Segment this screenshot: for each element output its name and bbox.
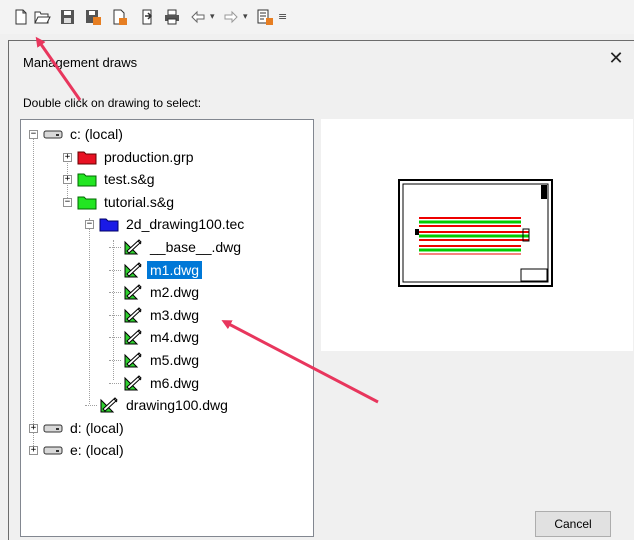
tree-item[interactable]: 2d_drawing100.tec bbox=[99, 214, 247, 234]
print-icon[interactable] bbox=[163, 8, 181, 26]
collapse-icon[interactable]: − bbox=[63, 197, 72, 207]
tree-item[interactable]: c: (local) bbox=[43, 124, 126, 144]
tree-connector bbox=[33, 138, 34, 446]
redo-icon[interactable] bbox=[222, 8, 240, 26]
tree-item-label: m3.dwg bbox=[150, 306, 200, 323]
open-icon[interactable] bbox=[33, 8, 51, 26]
toolbar: ▾ ▾ ≡ bbox=[0, 0, 634, 34]
expand-icon[interactable]: + bbox=[29, 423, 38, 433]
folder-green-icon bbox=[77, 171, 97, 187]
tree-connector bbox=[89, 218, 90, 404]
drawing-preview bbox=[321, 119, 633, 351]
tree-item[interactable]: drawing100.dwg bbox=[99, 395, 231, 415]
tree-item-label: __base__.dwg bbox=[150, 239, 242, 255]
drawing-thumbnail bbox=[398, 179, 553, 287]
tree-item[interactable]: m2.dwg bbox=[123, 282, 202, 302]
expand-icon[interactable]: + bbox=[29, 446, 38, 456]
tree-connector bbox=[109, 292, 121, 294]
tree-connector bbox=[113, 240, 114, 380]
tree-item[interactable]: __base__.dwg bbox=[123, 237, 244, 257]
tree-item-label: m1.dwg bbox=[147, 260, 203, 279]
redo-dropdown-icon[interactable]: ▾ bbox=[243, 12, 248, 22]
tree-connector bbox=[109, 247, 121, 248]
tree-item-label: d: (local) bbox=[70, 419, 124, 436]
tree-item-label: drawing100.dwg bbox=[126, 397, 228, 414]
save-as-icon[interactable] bbox=[84, 8, 102, 26]
drawing-icon bbox=[123, 239, 143, 255]
tree-item-label: tutorial.s&g bbox=[104, 193, 175, 210]
import-icon[interactable] bbox=[110, 8, 128, 26]
tree-connector bbox=[109, 314, 121, 316]
tree-item[interactable]: d: (local) bbox=[43, 418, 127, 438]
undo-dropdown-icon[interactable]: ▾ bbox=[210, 12, 215, 22]
drawing-tree[interactable]: − c: (local) + production.grp + test.s&g − tuto… bbox=[20, 119, 314, 537]
dialog-title: Management draws bbox=[23, 55, 138, 70]
drawing-icon bbox=[123, 284, 143, 300]
drawing-icon bbox=[123, 329, 143, 345]
undo-icon[interactable] bbox=[189, 8, 207, 26]
cancel-button[interactable]: Cancel bbox=[535, 511, 611, 537]
save-icon[interactable] bbox=[58, 8, 76, 26]
settings-icon[interactable] bbox=[256, 8, 274, 26]
tree-connector bbox=[85, 405, 97, 407]
tree-connector bbox=[109, 360, 121, 361]
drive-icon bbox=[43, 126, 63, 142]
tree-item[interactable]: m6.dwg bbox=[123, 373, 202, 393]
tree-connector bbox=[109, 269, 121, 271]
tree-item-label: e: (local) bbox=[70, 442, 124, 459]
tree-item[interactable]: e: (local) bbox=[43, 440, 127, 460]
drive-icon bbox=[43, 420, 63, 436]
customize-toolbar-icon[interactable]: ≡ bbox=[278, 10, 287, 23]
drawing-icon bbox=[123, 374, 143, 391]
tree-item[interactable]: m3.dwg bbox=[123, 305, 202, 325]
expand-icon[interactable]: + bbox=[63, 152, 72, 162]
drawing-icon bbox=[99, 397, 119, 413]
folder-green-icon bbox=[77, 194, 97, 210]
tree-item[interactable]: test.s&g bbox=[77, 169, 158, 189]
tree-connector bbox=[109, 382, 121, 384]
tree-item[interactable]: m5.dwg bbox=[123, 350, 202, 370]
tree-item[interactable]: production.grp bbox=[77, 147, 197, 167]
drawing-icon bbox=[123, 261, 143, 278]
tree-connector bbox=[109, 337, 121, 339]
drawing-icon bbox=[123, 307, 143, 323]
tree-item-label: m4.dwg bbox=[150, 329, 200, 346]
tree-item-label: c: (local) bbox=[70, 126, 123, 142]
new-icon[interactable] bbox=[12, 8, 30, 26]
drive-icon bbox=[43, 442, 63, 458]
export-icon[interactable] bbox=[139, 8, 157, 26]
management-draws-dialog: Management draws ✕ Double click on drawi… bbox=[8, 40, 634, 540]
instruction-label: Double click on drawing to select: bbox=[23, 96, 202, 110]
collapse-icon[interactable]: − bbox=[29, 130, 38, 139]
tree-item[interactable]: m1.dwg bbox=[123, 260, 203, 280]
tree-item[interactable]: m4.dwg bbox=[123, 327, 202, 347]
drawing-icon bbox=[123, 352, 143, 368]
tree-item-label: m5.dwg bbox=[150, 352, 200, 368]
close-icon[interactable]: ✕ bbox=[606, 49, 626, 69]
tree-item-label: production.grp bbox=[104, 148, 194, 165]
expand-icon[interactable]: + bbox=[63, 175, 72, 185]
folder-blue-icon bbox=[99, 216, 119, 232]
collapse-icon[interactable]: − bbox=[85, 220, 94, 230]
tree-item-label: m6.dwg bbox=[150, 374, 200, 391]
tree-item-label: 2d_drawing100.tec bbox=[126, 216, 245, 233]
tree-item-label: m2.dwg bbox=[150, 284, 200, 301]
tree-item-label: test.s&g bbox=[104, 171, 155, 188]
tree-item[interactable]: tutorial.s&g bbox=[77, 192, 177, 212]
folder-red-icon bbox=[77, 149, 97, 165]
